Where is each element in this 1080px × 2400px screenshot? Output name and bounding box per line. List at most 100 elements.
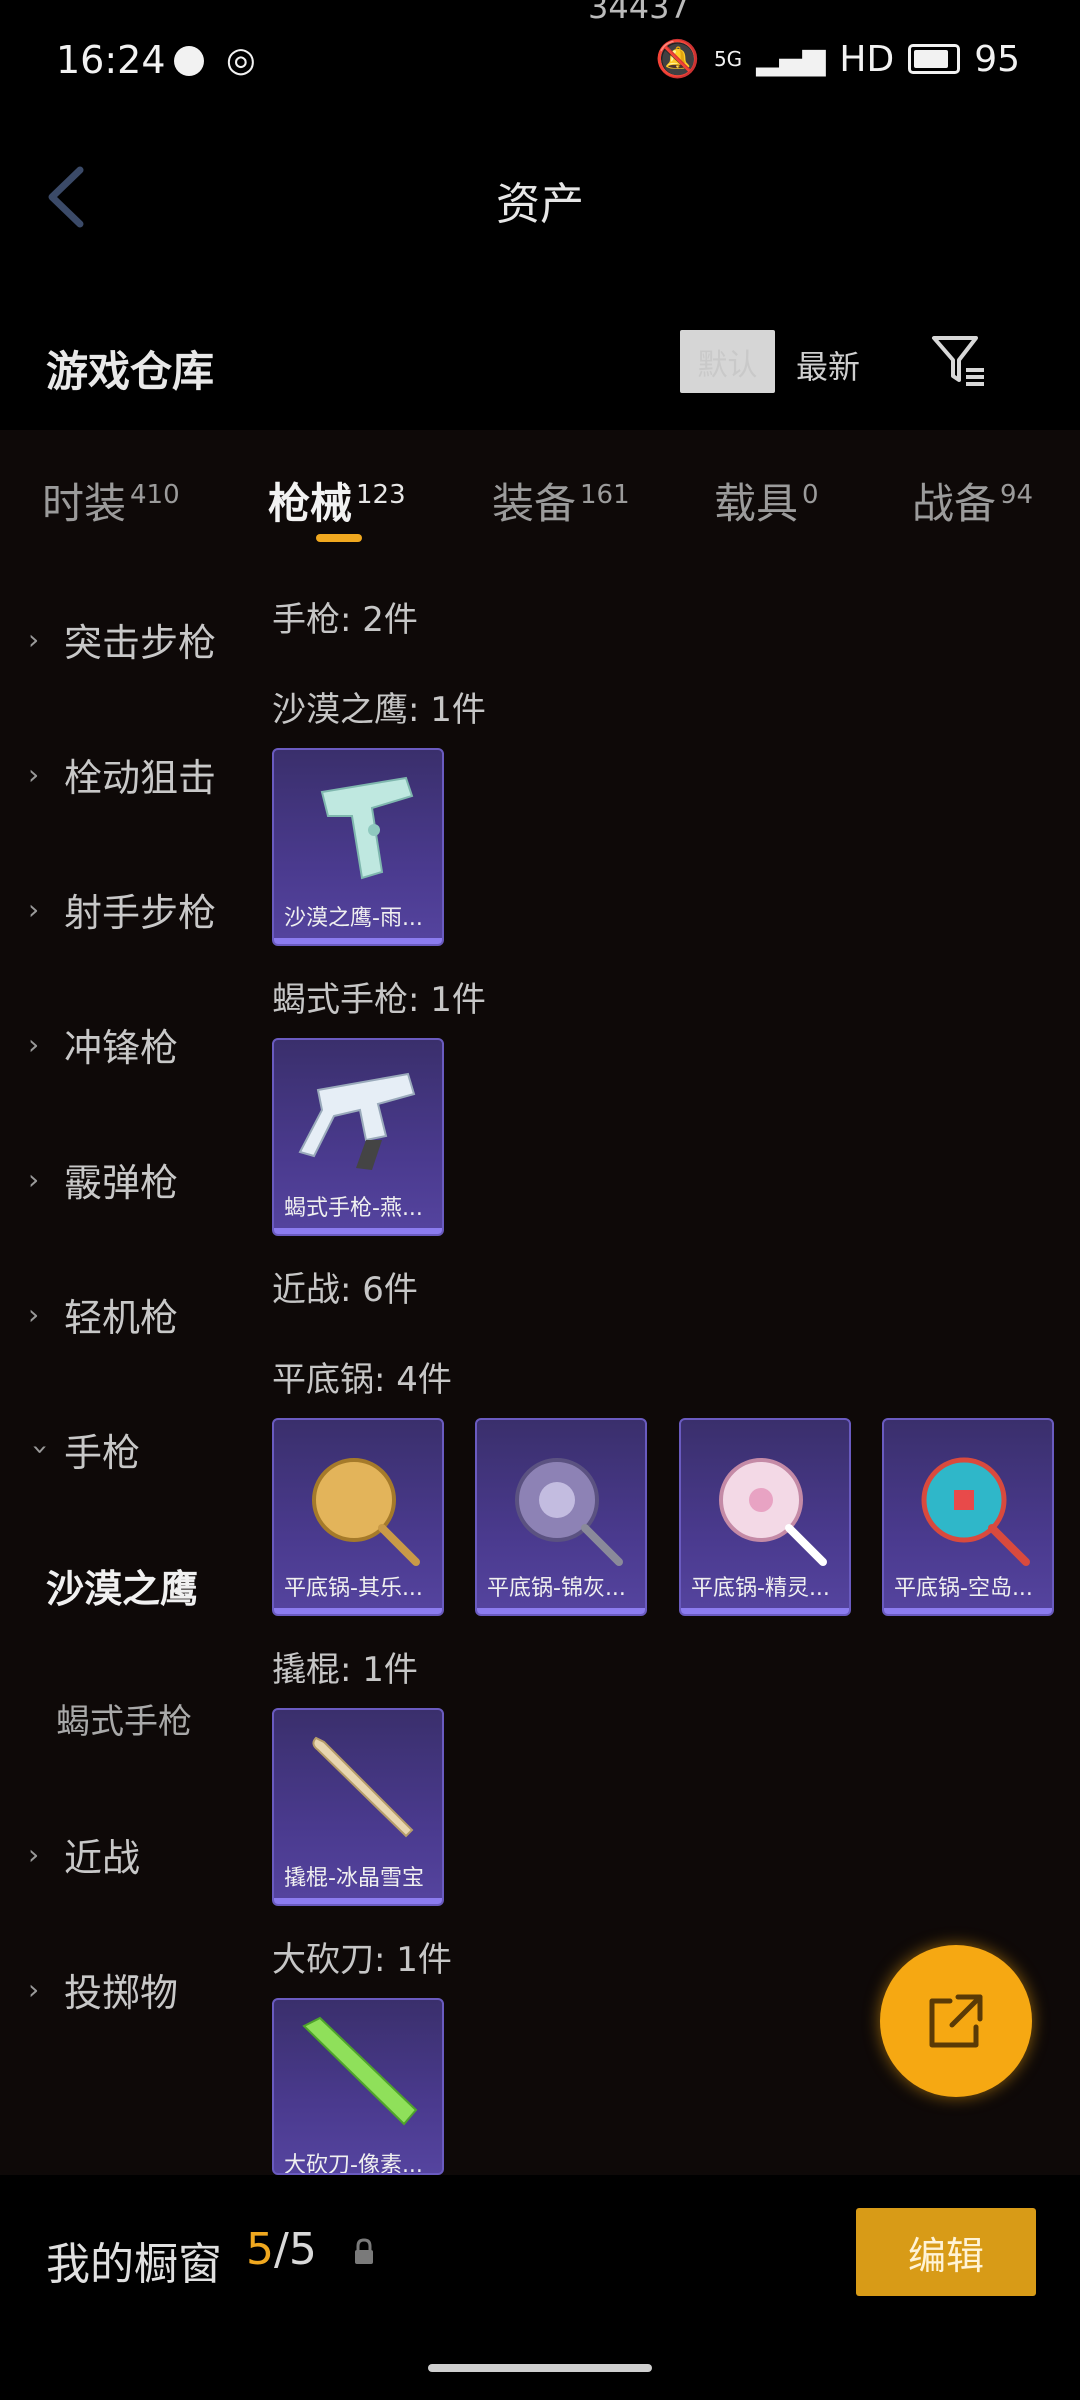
sort-newest-button[interactable]: 最新: [796, 342, 860, 388]
item-card-scorpion[interactable]: 蝎式手枪-燕...: [272, 1038, 444, 1236]
mute-bell-icon: 🔕: [655, 39, 700, 80]
chevron-right-icon: ›: [28, 1973, 40, 2006]
tab-label: 枪械: [268, 479, 353, 528]
sidebar-item-label: 栓动狙击: [64, 756, 217, 800]
tab-count: 123: [356, 480, 406, 510]
item-name: 平底锅-其乐...: [284, 1576, 423, 1601]
item-card-pan-2[interactable]: 平底锅-锦灰...: [475, 1418, 647, 1616]
rarity-bar: [681, 1608, 849, 1614]
sidebar-subitem-deagle[interactable]: 沙漠之鹰: [46, 1558, 198, 1613]
share-button[interactable]: [880, 1945, 1032, 2097]
warehouse-title: 游戏仓库: [46, 347, 215, 396]
section-header-machete: 大砍刀: 1件: [272, 1940, 452, 1980]
showcase-count-current: 5: [246, 2224, 274, 2275]
sidebar-item-throwables[interactable]: › 投掷物: [28, 1962, 178, 2017]
battery-icon: [908, 44, 961, 74]
showcase-count: 5/5: [246, 2224, 317, 2275]
item-name: 平底锅-精灵...: [691, 1576, 830, 1601]
chevron-right-icon: ›: [28, 1028, 40, 1061]
status-time: 16:24: [56, 38, 166, 82]
tab-fashion[interactable]: 时装 410: [42, 470, 180, 531]
lock-icon: [355, 2238, 373, 2264]
sidebar-item-smg[interactable]: › 冲锋枪: [28, 1017, 178, 1072]
tab-count: 410: [130, 480, 180, 510]
notification-dot-icon: [174, 46, 204, 76]
sidebar-item-label: 轻机枪: [64, 1296, 179, 1340]
tab-label: 战备: [912, 479, 997, 528]
section-header-crowbar: 撬棍: 1件: [272, 1650, 418, 1690]
item-card-pan-1[interactable]: 平底锅-其乐...: [272, 1418, 444, 1616]
chevron-right-icon: ›: [28, 893, 40, 926]
signal-label: 5G: [713, 47, 743, 71]
sidebar-item-label: 冲锋枪: [64, 1026, 179, 1070]
chevron-right-icon: ›: [28, 1163, 40, 1196]
share-external-icon: [929, 1994, 983, 2048]
sidebar-item-lmg[interactable]: › 轻机枪: [28, 1287, 178, 1342]
home-indicator[interactable]: [428, 2364, 652, 2372]
showcase-title: 我的橱窗: [46, 2239, 222, 2290]
tab-count: 94: [1000, 480, 1034, 510]
item-card-machete[interactable]: 大砍刀-像素...: [272, 1998, 444, 2175]
chevron-right-icon: ›: [28, 1298, 40, 1331]
rarity-bar: [274, 938, 442, 944]
sidebar-item-label: 射手步枪: [64, 891, 217, 935]
item-name: 沙漠之鹰-雨...: [284, 906, 423, 931]
tab-firearms[interactable]: 枪械 123: [268, 470, 406, 531]
tab-count: 161: [580, 480, 630, 510]
section-header-melee: 近战: 6件: [272, 1270, 418, 1310]
tab-vehicles[interactable]: 载具 0: [714, 470, 819, 531]
sort-default-button[interactable]: 默认: [680, 330, 775, 393]
tab-label: 时装: [42, 479, 127, 528]
weibo-icon: ◎: [226, 40, 256, 80]
section-header-scorpion: 蝎式手枪: 1件: [272, 980, 486, 1020]
tab-supplies[interactable]: 战备 94: [912, 470, 1033, 531]
item-card-crowbar[interactable]: 撬棍-冰晶雪宝: [272, 1708, 444, 1906]
chevron-right-icon: ›: [28, 1838, 40, 1871]
signal-icon: ▂▄▆: [756, 41, 826, 77]
tab-equipment[interactable]: 装备 161: [492, 470, 630, 531]
chevron-down-icon: ›: [24, 1443, 58, 1456]
item-name: 平底锅-空岛...: [894, 1576, 1033, 1601]
sidebar-item-bolt-sniper[interactable]: › 栓动狙击: [28, 747, 216, 802]
tab-count: 0: [802, 480, 819, 510]
rarity-bar: [884, 1608, 1052, 1614]
sidebar-item-pistol[interactable]: › 手枪: [24, 1422, 141, 1477]
sidebar-item-label: 近战: [64, 1836, 141, 1880]
hd-label: HD: [839, 38, 895, 80]
sidebar-item-marksman-rifle[interactable]: › 射手步枪: [28, 882, 216, 937]
filter-icon[interactable]: [928, 332, 988, 388]
sidebar-item-melee[interactable]: › 近战: [28, 1827, 140, 1882]
active-tab-indicator: [316, 534, 362, 542]
rarity-bar: [274, 1898, 442, 1904]
chevron-right-icon: ›: [28, 758, 40, 791]
sidebar-item-label: 手枪: [64, 1431, 141, 1475]
item-name: 大砍刀-像素...: [284, 2153, 423, 2175]
item-name: 撬棍-冰晶雪宝: [284, 1866, 424, 1891]
status-right: 🔕 5G ▂▄▆ HD 95: [655, 38, 1020, 81]
item-card-pan-4[interactable]: 平底锅-空岛...: [882, 1418, 1054, 1616]
tab-label: 载具: [714, 479, 799, 528]
rarity-bar: [477, 1608, 645, 1614]
rarity-bar: [274, 1608, 442, 1614]
sidebar-subitem-scorpion[interactable]: 蝎式手枪: [56, 1694, 192, 1743]
sidebar-item-label: 突击步枪: [64, 621, 217, 665]
edit-button[interactable]: 编辑: [856, 2208, 1036, 2296]
section-header-pistol: 手枪: 2件: [272, 600, 418, 640]
item-card-deagle[interactable]: 沙漠之鹰-雨...: [272, 748, 444, 946]
sidebar-item-label: 投掷物: [64, 1971, 179, 2015]
showcase-count-total: /5: [274, 2224, 317, 2275]
rarity-bar: [274, 1228, 442, 1234]
item-name: 平底锅-锦灰...: [487, 1576, 626, 1601]
item-name: 蝎式手枪-燕...: [284, 1196, 423, 1221]
sidebar-item-assault-rifle[interactable]: › 突击步枪: [28, 612, 216, 667]
item-card-pan-3[interactable]: 平底锅-精灵...: [679, 1418, 851, 1616]
status-top-text: 34437: [588, 0, 690, 26]
tab-label: 装备: [492, 479, 577, 528]
section-header-pan: 平底锅: 4件: [272, 1360, 452, 1400]
battery-level: 95: [974, 38, 1020, 80]
page-title: 资产: [496, 179, 584, 230]
sidebar-item-shotgun[interactable]: › 霰弹枪: [28, 1152, 178, 1207]
section-header-deagle: 沙漠之鹰: 1件: [272, 690, 486, 730]
sidebar-item-label: 霰弹枪: [64, 1161, 179, 1205]
chevron-right-icon: ›: [28, 623, 40, 656]
